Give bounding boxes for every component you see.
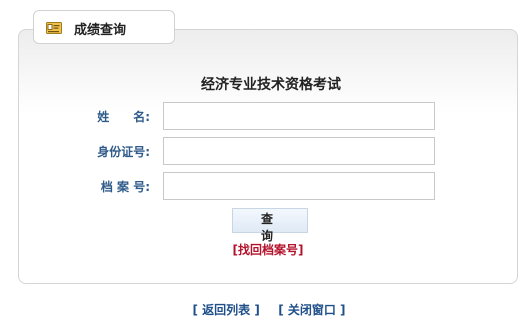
id-number-row: 身份证号:: [0, 137, 526, 165]
back-to-list-link[interactable]: [ 返回列表 ]: [192, 303, 259, 317]
footer-links: [ 返回列表 ] [ 关闭窗口 ]: [0, 301, 526, 318]
file-number-row: 档 案 号:: [0, 172, 526, 200]
file-number-input[interactable]: [163, 172, 435, 200]
query-button[interactable]: 查 询: [232, 208, 308, 243]
name-input[interactable]: [163, 102, 435, 130]
id-card-icon: [46, 20, 62, 34]
name-label: 姓 名:: [97, 110, 150, 124]
find-file-number-link[interactable]: [找回档案号]: [0, 241, 526, 258]
tab-title: 成绩查询: [74, 23, 127, 38]
id-number-input[interactable]: [163, 137, 435, 165]
id-number-label: 身份证号:: [97, 145, 150, 159]
file-number-label: 档 案 号:: [100, 180, 150, 194]
name-row: 姓 名:: [0, 102, 526, 130]
score-query-tab: 成绩查询: [33, 10, 175, 44]
close-window-link[interactable]: [ 关闭窗口 ]: [278, 303, 345, 317]
score-query-page: 成绩查询 经济专业技术资格考试 姓 名: 身份证号: 档 案 号: 查 询 [找…: [0, 0, 526, 322]
exam-title: 经济专业技术资格考试: [201, 77, 341, 93]
